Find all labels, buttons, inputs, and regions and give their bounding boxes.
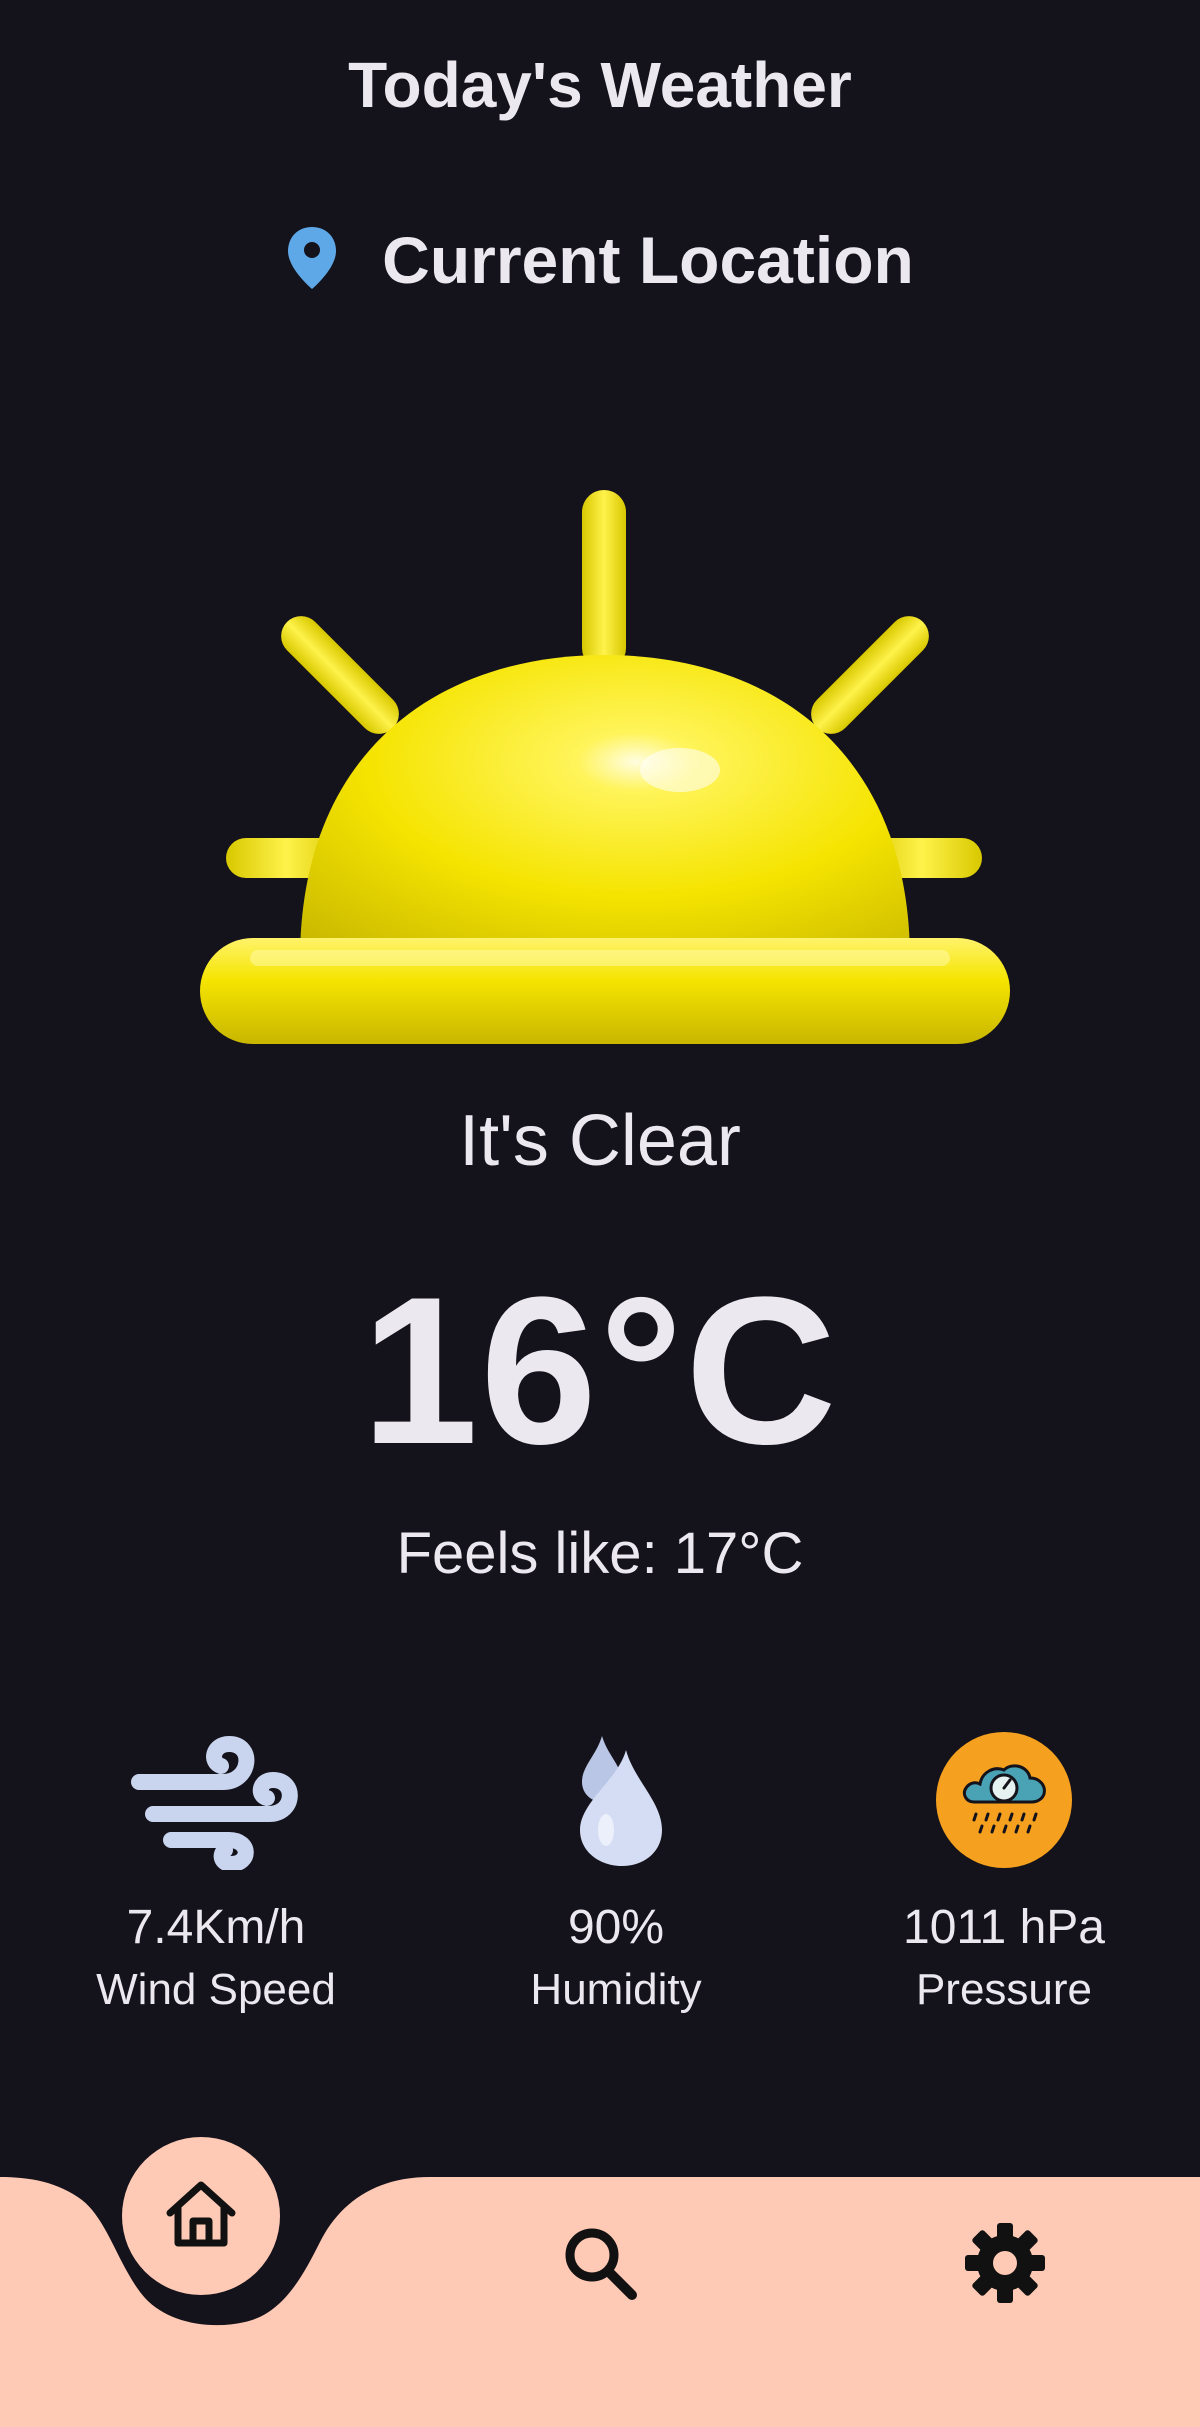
- nav-settings-button[interactable]: [950, 2210, 1060, 2320]
- home-icon: [164, 2179, 238, 2254]
- wind-speed-value: 7.4Km/h: [126, 1901, 306, 1954]
- weather-condition: It's Clear: [459, 1101, 741, 1181]
- weather-metrics: 7.4Km/h Wind Speed 90% Humidity 1011 hPa…: [0, 1730, 1200, 2060]
- wind-speed-label: Wind Speed: [96, 1965, 336, 2014]
- location-pin-icon: [286, 225, 338, 296]
- water-drops-icon: [456, 1730, 776, 1870]
- current-temperature: 16°C: [361, 1253, 839, 1488]
- sun-icon: [190, 480, 1020, 1060]
- metric-humidity: 90% Humidity: [456, 1730, 776, 2015]
- nav-home-button[interactable]: [122, 2137, 280, 2295]
- metric-wind-speed: 7.4Km/h Wind Speed: [56, 1730, 376, 2015]
- humidity-value: 90%: [567, 1901, 665, 1954]
- page-title: Today's Weather: [348, 49, 852, 121]
- search-icon: [560, 2223, 640, 2308]
- pressure-gauge-icon: [844, 1730, 1164, 1870]
- humidity-label: Humidity: [530, 1965, 702, 2014]
- location-row[interactable]: Current Location: [0, 222, 1200, 298]
- feels-like-temperature: Feels like: 17°C: [396, 1521, 804, 1586]
- wind-icon: [56, 1730, 376, 1870]
- metric-pressure: 1011 hPa Pressure: [844, 1730, 1164, 2015]
- pressure-value: 1011 hPa: [903, 1901, 1105, 1954]
- nav-search-button[interactable]: [545, 2210, 655, 2320]
- gear-icon: [963, 2221, 1047, 2310]
- location-label: Current Location: [382, 223, 914, 297]
- pressure-label: Pressure: [915, 1965, 1093, 2014]
